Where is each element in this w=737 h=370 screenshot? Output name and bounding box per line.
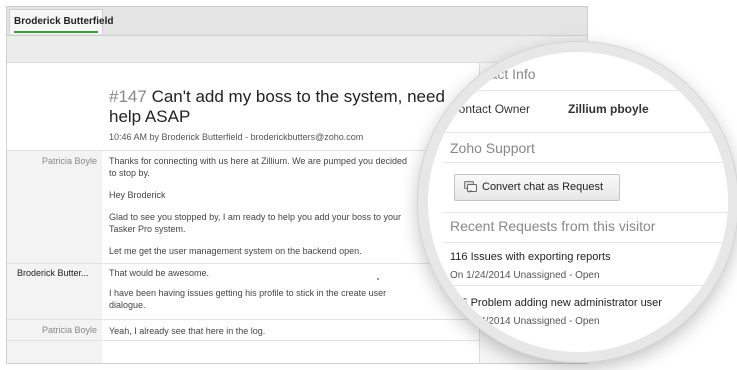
recent-requests-heading: Recent Requests from this visitor (450, 218, 656, 234)
request-meta-116: On 1/24/2014 Unassigned - Open (450, 270, 600, 281)
message-sender: Patricia Boyle (41, 325, 97, 335)
section-divider (443, 90, 728, 91)
tab-broderick-butterfield[interactable]: Broderick Butterfield (9, 9, 113, 34)
chat-icon (464, 181, 477, 193)
request-link-115[interactable]: 115 Problem adding new administrator use… (450, 297, 662, 309)
contact-owner-label: Contact Owner (450, 102, 531, 116)
tab-active-indicator (14, 31, 98, 33)
section-divider (443, 242, 728, 243)
section-divider (443, 132, 728, 133)
section-divider (443, 162, 728, 163)
convert-chat-button[interactable]: Convert chat as Request (454, 174, 620, 201)
tab-label: Broderick Butterfield (14, 16, 114, 27)
magnifier-lens: Contact Info Contact Owner Zillium pboyl… (418, 42, 737, 362)
row-divider (7, 263, 479, 264)
request-meta-115: On 1/24/2014 Unassigned - Open (450, 316, 600, 327)
ticket-title: #147 Can't add my boss to the system, ne… (109, 87, 449, 127)
row-divider (7, 150, 479, 151)
request-link-116[interactable]: 116 Issues with exporting reports (450, 251, 611, 263)
ticket-meta: 10:46 AM by Broderick Butterfield - brod… (109, 132, 364, 142)
contact-owner-value: Zillium pboyle (568, 102, 649, 116)
contact-info-heading: Contact Info (460, 66, 536, 82)
row-divider (7, 340, 479, 341)
zoho-support-heading: Zoho Support (450, 140, 535, 156)
ticket-subject: Can't add my boss to the system, need he… (109, 87, 445, 126)
ticket-number: #147 (109, 87, 147, 106)
section-divider (443, 285, 728, 286)
divider-dot (377, 278, 379, 280)
tab-bar: Broderick Butterfield (7, 7, 587, 36)
message-sender: Patricia Boyle (41, 156, 97, 166)
convert-chat-label: Convert chat as Request (482, 181, 604, 193)
magnified-panel: Contact Info Contact Owner Zillium pboyl… (428, 52, 728, 352)
section-divider (443, 212, 728, 213)
message-sender: Broderick Butter... (17, 268, 89, 278)
row-divider (7, 319, 479, 320)
